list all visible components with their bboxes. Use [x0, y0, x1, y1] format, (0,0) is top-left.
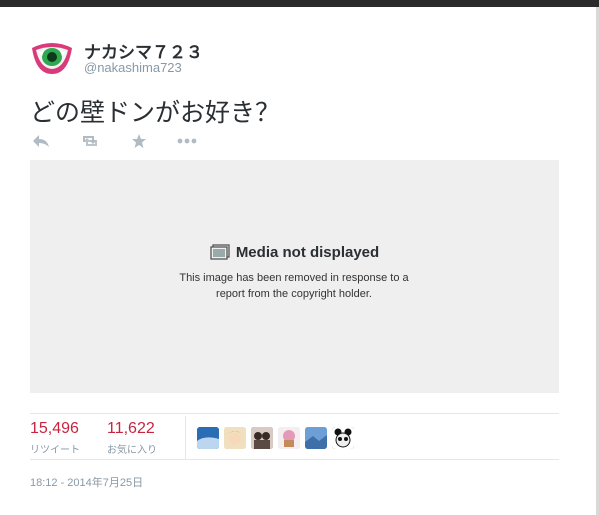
divider-bottom	[30, 459, 559, 460]
retweet-stat[interactable]: 15,496 リツイート	[30, 420, 80, 456]
media-desc-line2: report from the copyright holder.	[216, 288, 372, 300]
tweet-timestamp[interactable]: 18:12 - 2014年7月25日	[30, 474, 143, 490]
avatar-couple-icon[interactable]	[251, 427, 273, 449]
retweet-icon[interactable]	[79, 132, 101, 150]
media-not-displayed-title: Media not displayed	[30, 244, 559, 264]
favorite-stat[interactable]: 11,622 お気に入り	[107, 420, 157, 456]
retweets-label: リツイート	[30, 445, 80, 456]
tweet-text: どの壁ドンがお好き？	[30, 98, 281, 127]
media-desc-line1: This image has been removed in response …	[179, 272, 409, 284]
tweet-actions	[30, 132, 230, 152]
favorites-count: 11,622	[107, 420, 155, 437]
favorite-star-icon[interactable]	[128, 132, 150, 150]
photo-icon	[210, 244, 230, 264]
media-title-text: Media not displayed	[235, 244, 380, 261]
more-icon[interactable]	[176, 132, 198, 150]
avatar-anime-icon[interactable]	[224, 427, 246, 449]
stats-divider	[185, 416, 186, 459]
avatar-panda-icon[interactable]	[332, 427, 354, 449]
media-placeholder: Media not displayed This image has been …	[30, 160, 559, 393]
divider-top	[30, 413, 559, 414]
top-bar	[0, 0, 599, 7]
avatar-blue-icon[interactable]	[197, 427, 219, 449]
reply-icon[interactable]	[30, 132, 52, 150]
avatar-sky-icon[interactable]	[305, 427, 327, 449]
retweets-count: 15,496	[30, 420, 79, 437]
green-eye-mouth-avatar-icon	[32, 43, 72, 74]
avatar-cupcake-icon[interactable]	[278, 427, 300, 449]
user-avatar[interactable]	[30, 38, 74, 76]
favorites-label: お気に入り	[107, 445, 157, 456]
media-description: This image has been removed in response …	[144, 270, 444, 302]
user-handle[interactable]: @nakashima723	[84, 60, 182, 75]
